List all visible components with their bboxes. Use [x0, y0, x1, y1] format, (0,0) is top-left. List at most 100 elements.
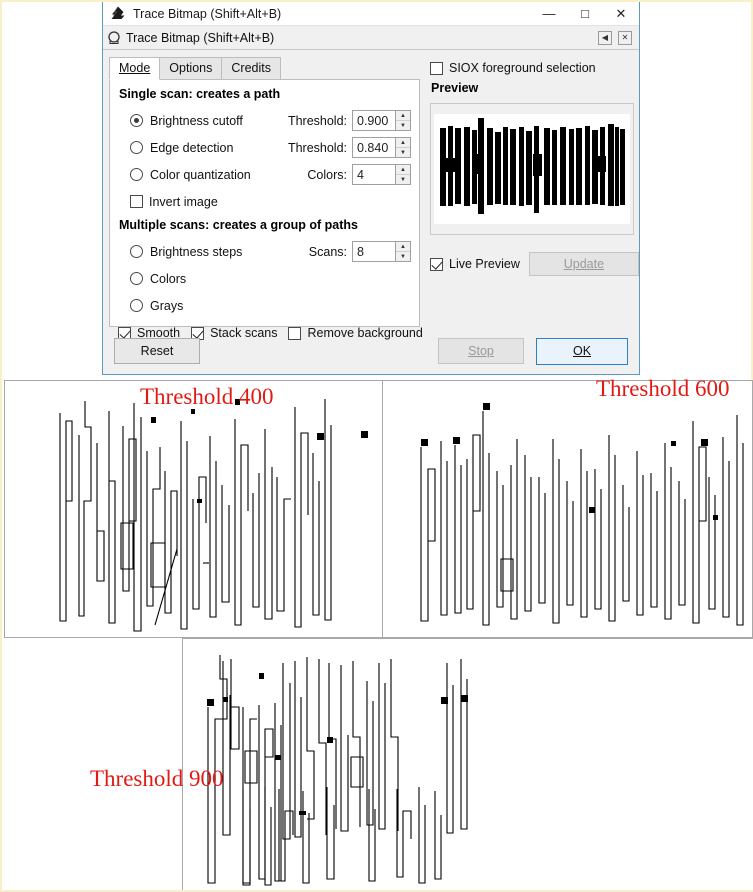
- mode-column: Mode Options Credits Single scan: create…: [109, 56, 423, 345]
- option-brightness-cutoff-row: Brightness cutoff Threshold: ▲▼: [118, 107, 411, 134]
- live-preview-row: Live Preview Update: [430, 252, 639, 276]
- stepper-up-icon[interactable]: ▲: [396, 111, 410, 121]
- maximize-icon[interactable]: □: [567, 2, 603, 26]
- option-edge-detection-row: Edge detection Threshold: ▲▼: [118, 134, 411, 161]
- preview-heading: Preview: [431, 81, 479, 95]
- checkbox-invert-image[interactable]: Invert image: [118, 195, 411, 209]
- colors-label: Colors:: [307, 167, 347, 182]
- radio-brightness-cutoff[interactable]: Brightness cutoff: [118, 114, 288, 128]
- inner-panel-titlebar[interactable]: Trace Bitmap (Shift+Alt+B) ◀ ✕: [103, 26, 639, 50]
- stop-button-label: Stop: [468, 344, 494, 358]
- inner-close-icon[interactable]: ✕: [618, 30, 632, 45]
- caption-threshold-600: Threshold 600: [596, 376, 730, 401]
- stepper-up-icon[interactable]: ▲: [396, 165, 410, 175]
- page-frame: Trace Bitmap (Shift+Alt+B) — □ ✕ Trace B…: [0, 0, 753, 892]
- window-titlebar[interactable]: Trace Bitmap (Shift+Alt+B) — □ ✕: [103, 2, 639, 26]
- panel-threshold-600: [382, 380, 753, 638]
- radio-brightness-steps[interactable]: Brightness steps: [118, 245, 309, 259]
- stepper-down-icon[interactable]: ▼: [396, 175, 410, 184]
- update-button-label: Update: [563, 257, 605, 271]
- radio-brightness-steps-icon: [130, 245, 143, 258]
- tab-options[interactable]: Options: [159, 57, 223, 80]
- threshold-brightness-spinner[interactable]: ▲▼: [352, 110, 411, 131]
- tab-options-label: Options: [169, 61, 213, 75]
- reset-button[interactable]: Reset: [114, 338, 200, 364]
- inkscape-icon: [109, 5, 127, 23]
- stepper-up-icon[interactable]: ▲: [396, 242, 410, 252]
- panel-threshold-400: [4, 380, 382, 638]
- colors-spinner[interactable]: ▲▼: [352, 164, 411, 185]
- threshold-edge-stepper[interactable]: ▲ ▼: [396, 137, 411, 158]
- option-grays-row: Grays: [118, 292, 411, 319]
- stepper-up-icon[interactable]: ▲: [396, 138, 410, 148]
- radio-edge-detection-label: Edge detection: [150, 140, 234, 155]
- threshold-brightness-stepper[interactable]: ▲ ▼: [396, 110, 411, 131]
- caption-threshold-400: Threshold 400: [140, 384, 274, 409]
- threshold-edge-input[interactable]: [352, 137, 396, 158]
- result-panels: [4, 380, 753, 892]
- option-colors-row: Colors: [118, 265, 411, 292]
- radio-edge-detection-icon: [130, 141, 143, 154]
- trace-bitmap-window: Trace Bitmap (Shift+Alt+B) — □ ✕ Trace B…: [102, 2, 640, 375]
- stepper-down-icon[interactable]: ▼: [396, 148, 410, 157]
- inner-panel-buttons: ◀ ✕: [598, 30, 639, 45]
- window-title: Trace Bitmap (Shift+Alt+B): [133, 6, 282, 21]
- stepper-down-icon[interactable]: ▼: [396, 252, 410, 261]
- update-button[interactable]: Update: [528, 252, 639, 276]
- threshold-edge-label: Threshold:: [287, 140, 347, 155]
- checkbox-live-preview[interactable]: Live Preview: [430, 257, 520, 271]
- radio-color-quantization-label: Color quantization: [150, 167, 251, 182]
- tab-mode-label: Mode: [119, 61, 151, 75]
- radio-edge-detection[interactable]: Edge detection: [118, 141, 288, 155]
- inner-panel-title: Trace Bitmap (Shift+Alt+B): [126, 30, 275, 45]
- preview-column: SIOX foreground selection Preview Live P…: [420, 56, 639, 345]
- ok-button[interactable]: OK: [536, 337, 628, 365]
- caption-threshold-900: Threshold 900: [90, 766, 224, 791]
- radio-colors-label: Colors: [150, 271, 187, 286]
- threshold-brightness-input[interactable]: [352, 110, 396, 131]
- tab-credits-label: Credits: [231, 61, 271, 75]
- scans-spinner[interactable]: ▲▼: [352, 241, 411, 262]
- radio-grays-label: Grays: [150, 298, 184, 313]
- multiple-scans-heading: Multiple scans: creates a group of paths: [119, 218, 358, 232]
- tab-bar: Mode Options Credits: [109, 56, 420, 80]
- checkbox-siox-icon: [430, 61, 443, 75]
- colors-input[interactable]: [352, 164, 396, 185]
- option-invert-image-row: Invert image: [118, 188, 411, 215]
- scans-input[interactable]: [352, 241, 396, 262]
- dock-icon: [107, 30, 123, 46]
- radio-grays[interactable]: Grays: [118, 299, 411, 313]
- dialog-body: Mode Options Credits Single scan: create…: [103, 50, 639, 345]
- ok-button-label: OK: [572, 344, 592, 358]
- window-controls: — □ ✕: [531, 2, 639, 26]
- colors-stepper[interactable]: ▲ ▼: [396, 164, 411, 185]
- preview-box: [430, 103, 634, 235]
- radio-color-quantization[interactable]: Color quantization: [118, 168, 307, 182]
- mode-tab-panel: Single scan: creates a path Brightness c…: [109, 79, 423, 340]
- panel-threshold-900: [182, 638, 753, 890]
- checkbox-siox[interactable]: SIOX foreground selection: [430, 61, 639, 75]
- radio-colors[interactable]: Colors: [118, 272, 411, 286]
- dialog-footer: Reset Stop OK: [103, 328, 639, 374]
- radio-colors-icon: [130, 272, 143, 285]
- option-color-quantization-row: Color quantization Colors: ▲▼: [118, 161, 411, 188]
- radio-color-quantization-icon: [130, 168, 143, 181]
- scans-label: Scans:: [308, 244, 347, 259]
- tab-mode[interactable]: Mode: [109, 57, 161, 80]
- undock-icon[interactable]: ◀: [598, 30, 612, 45]
- reset-button-label: Reset: [140, 344, 174, 358]
- preview-image: [434, 114, 630, 224]
- radio-brightness-cutoff-label: Brightness cutoff: [150, 113, 243, 128]
- single-scan-heading: Single scan: creates a path: [119, 87, 281, 101]
- stepper-down-icon[interactable]: ▼: [396, 121, 410, 130]
- tab-credits[interactable]: Credits: [221, 57, 281, 80]
- scans-stepper[interactable]: ▲ ▼: [396, 241, 411, 262]
- stop-button[interactable]: Stop: [438, 338, 524, 364]
- threshold-edge-spinner[interactable]: ▲▼: [352, 137, 411, 158]
- checkbox-invert-image-label: Invert image: [149, 194, 218, 209]
- minimize-icon[interactable]: —: [531, 2, 567, 26]
- option-brightness-steps-row: Brightness steps Scans: ▲▼: [118, 238, 411, 265]
- checkbox-siox-label: SIOX foreground selection: [449, 61, 596, 75]
- close-icon[interactable]: ✕: [603, 2, 639, 26]
- radio-brightness-steps-label: Brightness steps: [150, 244, 243, 259]
